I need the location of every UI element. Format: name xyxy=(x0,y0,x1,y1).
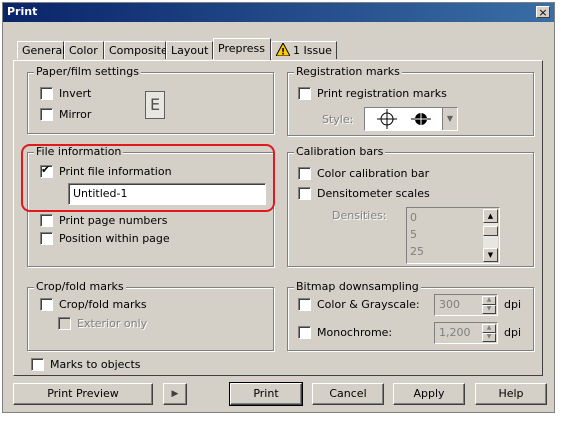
color-grayscale-spinner[interactable]: ▲ ▼ xyxy=(482,296,496,314)
crop-fold-label: Crop/fold marks xyxy=(34,280,126,293)
tab-issues[interactable]: ! 1 Issue xyxy=(271,41,337,59)
densities-label: Densities: xyxy=(332,209,387,222)
crop-fold-box[interactable] xyxy=(40,298,53,311)
color-calibration-label: Color calibration bar xyxy=(317,167,430,180)
mirror-checkbox[interactable]: Mirror xyxy=(40,108,91,121)
cancel-button[interactable]: Cancel xyxy=(312,383,384,405)
registration-label: Registration marks xyxy=(294,65,402,78)
invert-label: Invert xyxy=(59,87,92,100)
registration-style-dropdown[interactable]: ▼ xyxy=(364,107,458,131)
color-grayscale-box[interactable] xyxy=(298,298,311,311)
print-button[interactable]: Print xyxy=(229,382,303,406)
tab-composite[interactable]: Composite xyxy=(104,41,168,59)
warning-icon: ! xyxy=(275,41,291,58)
print-preview-button[interactable]: Print Preview xyxy=(13,383,153,405)
marks-to-objects-box[interactable] xyxy=(31,358,44,371)
calibration-group: Calibration bars Color calibration bar D… xyxy=(287,145,534,267)
registration-group: Registration marks Print registration ma… xyxy=(287,65,534,136)
calibration-label: Calibration bars xyxy=(294,145,386,158)
print-registration-checkbox[interactable]: Print registration marks xyxy=(298,87,447,100)
marks-to-objects-label: Marks to objects xyxy=(50,358,141,371)
chevron-down-icon[interactable]: ▼ xyxy=(442,108,457,130)
densitometer-checkbox[interactable]: Densitometer scales xyxy=(298,187,430,200)
position-within-page-box[interactable] xyxy=(40,232,53,245)
monochrome-dpi-input[interactable]: 1,200 ▲ ▼ xyxy=(434,322,498,344)
position-within-page-checkbox[interactable]: Position within page xyxy=(40,232,170,245)
exterior-only-checkbox[interactable]: Exterior only xyxy=(58,317,147,330)
crop-fold-group: Crop/fold marks Crop/fold marks Exterior… xyxy=(27,280,274,351)
exterior-only-label: Exterior only xyxy=(77,317,148,330)
crop-fold-checkbox-label: Crop/fold marks xyxy=(59,298,147,311)
mirror-box[interactable] xyxy=(40,108,53,121)
registration-mark-preview-icon xyxy=(377,109,431,129)
exterior-only-box[interactable] xyxy=(58,317,71,330)
density-item[interactable]: 25 xyxy=(410,245,424,258)
color-calibration-checkbox[interactable]: Color calibration bar xyxy=(298,167,429,180)
bitmap-group: Bitmap downsampling Color & Grayscale: 3… xyxy=(287,280,534,351)
color-grayscale-dpi-input[interactable]: 300 ▲ ▼ xyxy=(434,294,498,316)
scroll-down-icon[interactable]: ▼ xyxy=(483,248,498,262)
color-grayscale-checkbox[interactable]: Color & Grayscale: xyxy=(298,298,420,311)
monochrome-value: 1,200 xyxy=(439,326,471,339)
density-item[interactable]: 0 xyxy=(410,211,417,224)
print-page-numbers-label: Print page numbers xyxy=(59,214,168,227)
monochrome-unit: dpi xyxy=(504,326,522,339)
print-registration-box[interactable] xyxy=(298,87,311,100)
color-grayscale-label: Color & Grayscale: xyxy=(317,298,420,311)
position-within-page-label: Position within page xyxy=(59,232,170,245)
tab-general[interactable]: General xyxy=(17,41,65,59)
print-registration-label: Print registration marks xyxy=(317,87,447,100)
density-item[interactable]: 5 xyxy=(410,228,417,241)
densities-scrollbar[interactable]: ▲ ▼ xyxy=(483,209,498,262)
crop-fold-checkbox[interactable]: Crop/fold marks xyxy=(40,298,147,311)
monochrome-label: Monochrome: xyxy=(317,326,393,339)
color-calibration-box[interactable] xyxy=(298,167,311,180)
highlight-annotation xyxy=(21,144,275,212)
scroll-thumb[interactable] xyxy=(483,226,498,236)
scroll-up-icon[interactable]: ▲ xyxy=(483,209,498,223)
paper-film-group: Paper/film settings Invert Mirror E xyxy=(27,65,274,134)
preview-toggle-icon[interactable]: ▶ xyxy=(163,383,187,405)
close-button[interactable]: × xyxy=(536,6,550,18)
paper-film-label: Paper/film settings xyxy=(34,65,141,78)
densitometer-label: Densitometer scales xyxy=(317,187,430,200)
print-page-numbers-checkbox[interactable]: Print page numbers xyxy=(40,214,167,227)
color-grayscale-value: 300 xyxy=(439,298,460,311)
title-bar[interactable]: Print × xyxy=(3,3,554,22)
svg-text:!: ! xyxy=(281,48,285,57)
spin-up-icon[interactable]: ▲ xyxy=(482,296,496,305)
tab-color[interactable]: Color xyxy=(64,41,104,59)
apply-button[interactable]: Apply xyxy=(393,383,465,405)
tab-layout[interactable]: Layout xyxy=(166,41,213,59)
print-page-numbers-box[interactable] xyxy=(40,214,53,227)
bitmap-label: Bitmap downsampling xyxy=(294,280,421,293)
mirror-label: Mirror xyxy=(59,108,92,121)
monochrome-box[interactable] xyxy=(298,326,311,339)
style-label: Style: xyxy=(322,113,354,126)
monochrome-checkbox[interactable]: Monochrome: xyxy=(298,326,392,339)
help-button[interactable]: Help xyxy=(475,383,547,405)
window-title: Print xyxy=(7,5,38,18)
tab-prepress[interactable]: Prepress xyxy=(213,38,271,60)
print-dialog: Print × General Color Composite Layout P… xyxy=(2,2,555,413)
densities-list[interactable]: 0 5 25 ▲ ▼ xyxy=(406,207,500,264)
spin-down-icon[interactable]: ▼ xyxy=(482,305,496,314)
spin-up-icon[interactable]: ▲ xyxy=(482,324,496,333)
densitometer-box[interactable] xyxy=(298,187,311,200)
monochrome-spinner[interactable]: ▲ ▼ xyxy=(482,324,496,342)
tab-issues-label: 1 Issue xyxy=(293,44,332,57)
page-orientation-icon: E xyxy=(145,91,165,119)
invert-box[interactable] xyxy=(40,87,53,100)
color-grayscale-unit: dpi xyxy=(504,298,522,311)
marks-to-objects-checkbox[interactable]: Marks to objects xyxy=(31,358,141,371)
invert-checkbox[interactable]: Invert xyxy=(40,87,91,100)
spin-down-icon[interactable]: ▼ xyxy=(482,333,496,342)
